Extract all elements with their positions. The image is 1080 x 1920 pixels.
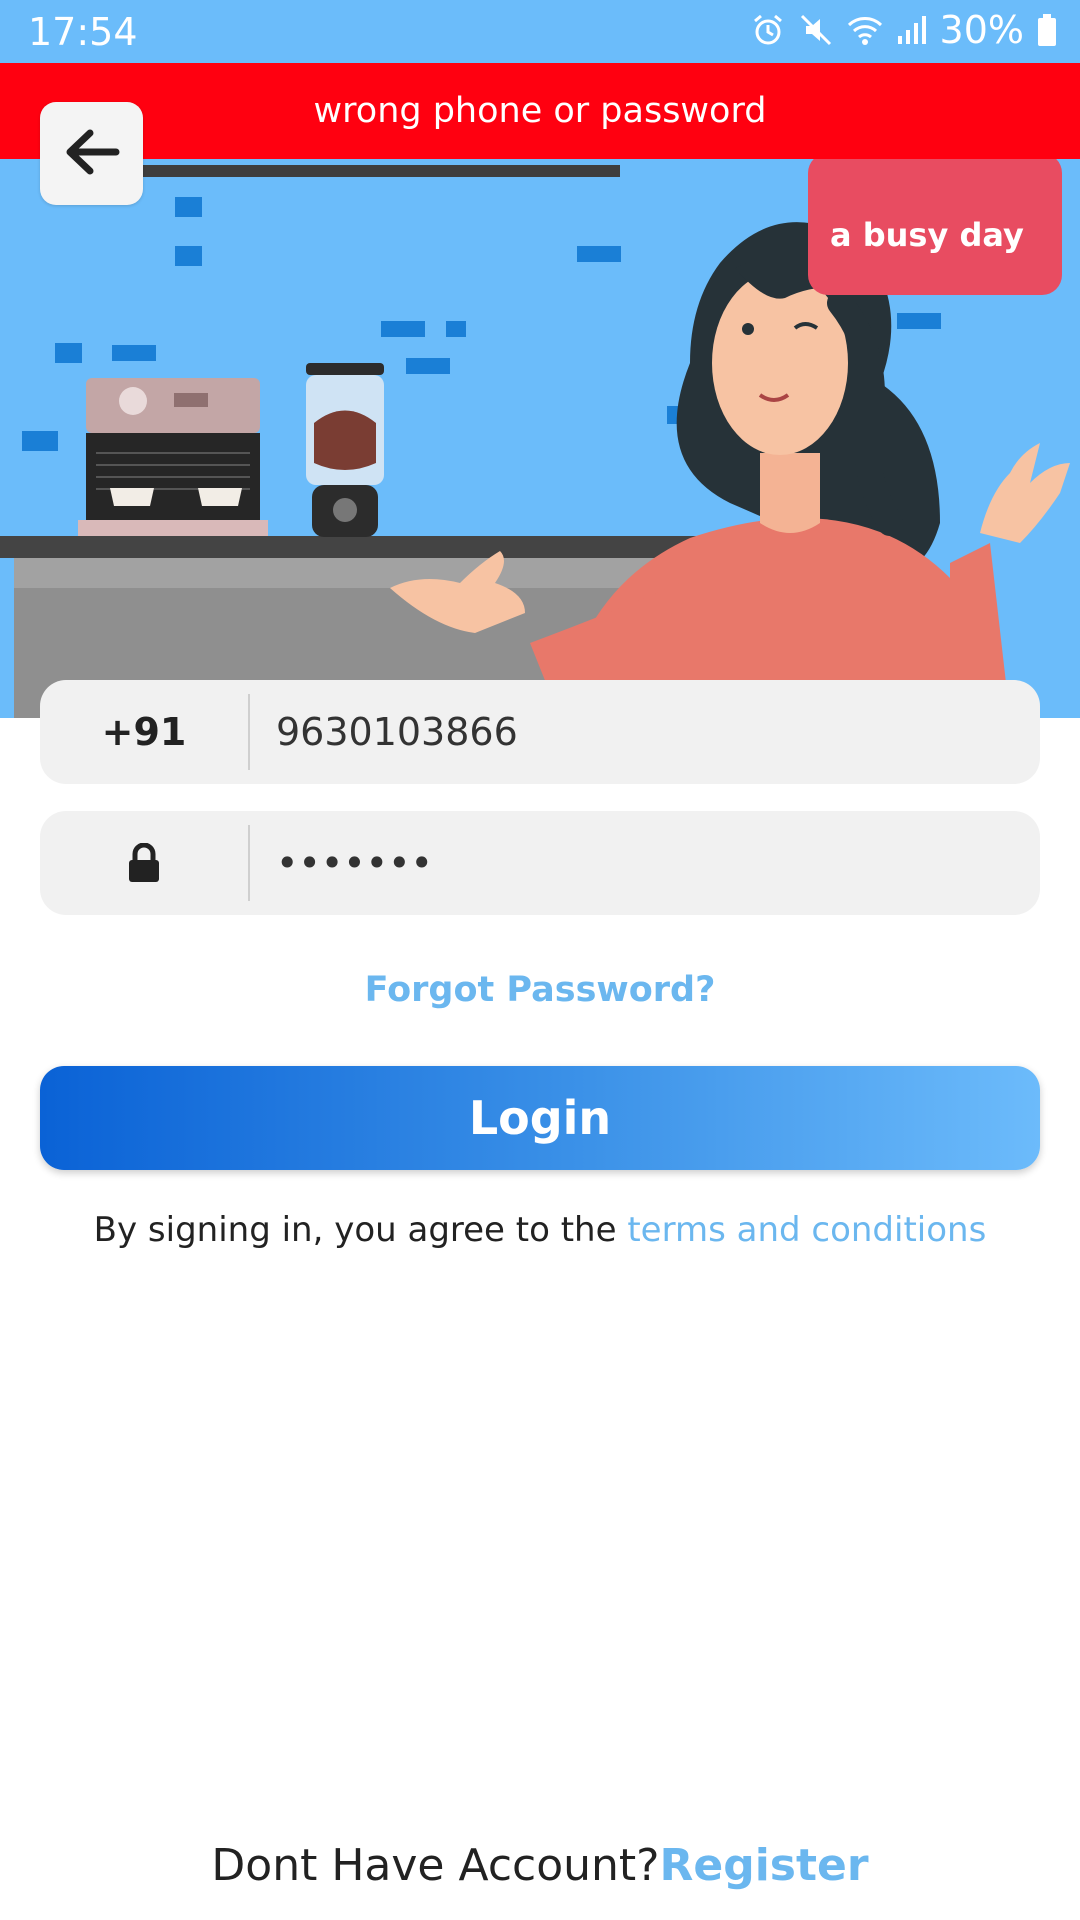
terms-prefix: By signing in, you agree to the xyxy=(93,1210,628,1250)
battery-percent: 30% xyxy=(939,8,1024,52)
alarm-icon xyxy=(750,12,786,48)
status-icons: 30% xyxy=(750,8,1058,52)
register-prompt: Dont Have Account? xyxy=(211,1840,660,1891)
register-link[interactable]: Register xyxy=(660,1840,869,1891)
wifi-icon xyxy=(846,12,884,48)
signal-icon xyxy=(896,12,928,48)
password-input[interactable]: ••••••• xyxy=(276,811,433,915)
status-time: 17:54 xyxy=(28,10,138,54)
register-row: Dont Have Account?Register xyxy=(0,1840,1080,1891)
phone-input[interactable]: 9630103866 xyxy=(276,680,518,784)
hero-illustration: a busy day xyxy=(0,63,1080,718)
terms-link[interactable]: terms and conditions xyxy=(627,1210,986,1250)
arrow-left-icon xyxy=(64,129,120,179)
battery-icon xyxy=(1036,12,1058,48)
lock-icon xyxy=(40,811,248,915)
error-banner: wrong phone or password xyxy=(0,63,1080,159)
error-message: wrong phone or password xyxy=(313,91,767,131)
terms-text: By signing in, you agree to the terms an… xyxy=(0,1210,1080,1250)
forgot-password-link[interactable]: Forgot Password? xyxy=(0,970,1080,1010)
back-button[interactable] xyxy=(40,102,143,205)
password-field[interactable]: ••••••• xyxy=(40,811,1040,915)
country-code[interactable]: +91 xyxy=(40,680,248,784)
login-button[interactable]: Login xyxy=(40,1066,1040,1170)
field-divider xyxy=(248,694,250,770)
phone-field[interactable]: +91 9630103866 xyxy=(40,680,1040,784)
hero-bubble-text: a busy day xyxy=(830,216,1024,254)
field-divider xyxy=(248,825,250,901)
mute-icon xyxy=(798,12,834,48)
login-button-label: Login xyxy=(468,1091,612,1145)
status-bar: 17:54 30% xyxy=(0,0,1080,63)
